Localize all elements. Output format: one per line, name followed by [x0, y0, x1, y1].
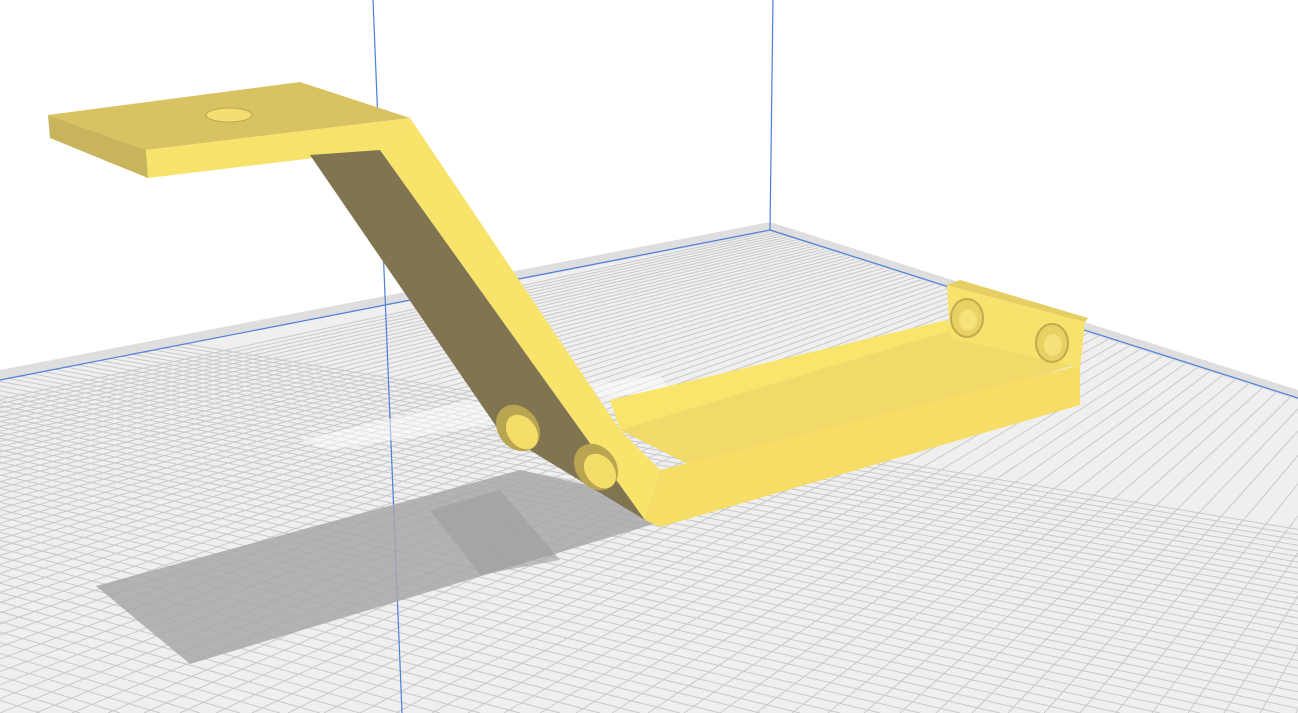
hole-end-tab-1	[950, 298, 984, 338]
hole-top-plate	[205, 107, 253, 123]
hole-end-tab-2	[1035, 323, 1069, 363]
3d-viewport[interactable]	[0, 0, 1298, 713]
scene-canvas[interactable]	[0, 0, 1298, 713]
